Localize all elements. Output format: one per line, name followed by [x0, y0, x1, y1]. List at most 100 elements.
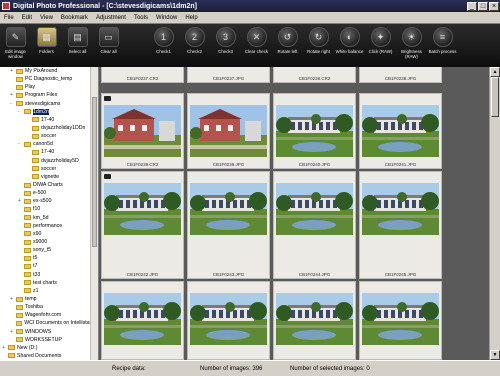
- tree-item[interactable]: s90: [0, 230, 98, 238]
- toolbar: ✎ Edit image window ▦ Folders ▤ Select all ▭ Cl…: [0, 24, 500, 67]
- menu-file[interactable]: File: [4, 15, 14, 21]
- white-balance-button[interactable]: ◐ White balance: [334, 27, 365, 54]
- menu-view[interactable]: View: [40, 15, 53, 21]
- folder-icon: [16, 312, 23, 318]
- brightness-raw-button[interactable]: ☀ Brightness (RAW): [396, 27, 427, 59]
- tree-item[interactable]: + WINDOWS: [0, 328, 98, 336]
- tree-item[interactable]: 17-40: [0, 116, 98, 124]
- tree-item[interactable]: + New (D:): [0, 344, 98, 352]
- menu-tools[interactable]: Tools: [134, 15, 148, 21]
- tree-item[interactable]: z1: [0, 287, 98, 295]
- thumbnail[interactable]: [187, 281, 270, 360]
- thumbnail-filename: CB1F0239.CR2: [126, 162, 159, 167]
- tree-item[interactable]: e-500: [0, 189, 98, 197]
- tree-item[interactable]: soccer: [0, 132, 98, 140]
- thumbnail[interactable]: CB1F0237.JPG: [187, 67, 270, 83]
- tree-item[interactable]: DIWA Charts: [0, 181, 98, 189]
- check3-button[interactable]: 3 Check3: [210, 27, 241, 54]
- rotate-right-button[interactable]: ↻ Rotate right: [303, 27, 334, 54]
- minimize-button[interactable]: _: [467, 1, 477, 11]
- tree-item[interactable]: 17-40: [0, 148, 98, 156]
- tree-item[interactable]: Play: [0, 83, 98, 91]
- tree-scrollbar[interactable]: [90, 67, 98, 360]
- tree-item[interactable]: vignette: [0, 173, 98, 181]
- tree-scroll-thumb[interactable]: [92, 97, 97, 247]
- tree-item[interactable]: Shared Documents: [0, 352, 98, 360]
- tree-item[interactable]: t33: [0, 271, 98, 279]
- menu-window[interactable]: Window: [156, 15, 177, 21]
- edit-image-button[interactable]: ✎ Edit image window: [0, 27, 31, 59]
- thumbnail[interactable]: CB1F0243.JPG: [187, 171, 270, 279]
- thumbnail-image: [104, 293, 181, 345]
- tree-item[interactable]: - canon5d: [0, 140, 98, 148]
- tree-item-label: soccer: [41, 133, 57, 140]
- folder-icon: [16, 304, 23, 310]
- check1-button[interactable]: 1 Check1: [148, 27, 179, 54]
- thumbnail[interactable]: CB1F0237.CR2: [101, 67, 184, 83]
- rotate-left-button[interactable]: ↺ Rotate left: [272, 27, 303, 54]
- clear-check-button[interactable]: ✕ Clear check: [241, 27, 272, 54]
- title-bar: Digital Photo Professional - [C:\stevesd…: [0, 0, 500, 12]
- folder-icon: [32, 149, 39, 155]
- thumbnail[interactable]: CB1F0245.JPG: [359, 171, 442, 279]
- scroll-down-button[interactable]: ▼: [490, 350, 500, 360]
- tree-item[interactable]: f10: [0, 205, 98, 213]
- tree-item[interactable]: -1dm2n: [0, 108, 98, 116]
- folders-button[interactable]: ▦ Folders: [31, 27, 62, 54]
- thumbnail[interactable]: CB1F0241.JPG: [359, 93, 442, 169]
- thumbnail[interactable]: CB1F0240.JPG: [273, 93, 356, 169]
- tree-item[interactable]: t7: [0, 262, 98, 270]
- thumbnail[interactable]: [101, 281, 184, 360]
- tree-item[interactable]: performance: [0, 222, 98, 230]
- tree-item[interactable]: t5: [0, 254, 98, 262]
- tree-item-label: ex-s500: [33, 198, 52, 205]
- thumbnail[interactable]: [273, 281, 356, 360]
- folder-icon: [16, 84, 23, 90]
- toolbar-label: Check2: [187, 49, 202, 54]
- tree-item[interactable]: Wagenfohr.com: [0, 311, 98, 319]
- thumbnail-image: [362, 105, 439, 157]
- tree-item[interactable]: dvjazzholiday1DDn: [0, 124, 98, 132]
- select-all-button[interactable]: ▤ Select all: [62, 27, 93, 54]
- tree-item[interactable]: + ex-s500: [0, 197, 98, 205]
- menu-edit[interactable]: Edit: [22, 15, 32, 21]
- menu-bookmark[interactable]: Bookmark: [61, 15, 88, 21]
- check2-button[interactable]: 2 Check2: [179, 27, 210, 54]
- tree-item[interactable]: + Program Files: [0, 91, 98, 99]
- close-button[interactable]: ×: [489, 1, 499, 11]
- tree-item[interactable]: + My PixAround: [0, 67, 98, 75]
- thumbnail[interactable]: CB1F0238.JPG: [359, 67, 442, 83]
- maximize-button[interactable]: □: [478, 1, 488, 11]
- tree-item[interactable]: + temp: [0, 295, 98, 303]
- selected-count: Number of selected images: 0: [290, 365, 370, 372]
- edit-image-icon: ✎: [5, 27, 26, 47]
- click-raw-button[interactable]: ✦ Click (RAW): [365, 27, 396, 54]
- tree-item[interactable]: Toshiba: [0, 303, 98, 311]
- tree-item[interactable]: test charts: [0, 279, 98, 287]
- tree-item[interactable]: - stevesdigicams: [0, 100, 98, 108]
- batch-process-button[interactable]: ≡ Batch process: [427, 27, 458, 54]
- tree-item[interactable]: soccer: [0, 165, 98, 173]
- menu-help[interactable]: Help: [185, 15, 197, 21]
- thumbnail[interactable]: CB1F0239.CR2: [101, 93, 184, 169]
- tree-item[interactable]: km_5d: [0, 214, 98, 222]
- thumbnail[interactable]: CB1F0239.JPG: [187, 93, 270, 169]
- tree-item[interactable]: sony_t5: [0, 246, 98, 254]
- tree-item-label: New (D:): [17, 344, 38, 351]
- grid-scrollbar[interactable]: ▲ ▼: [489, 67, 500, 360]
- tree-item[interactable]: WCI Documents on Intellistation: [0, 319, 98, 327]
- thumbnail[interactable]: CB1F0238.CR2: [273, 67, 356, 83]
- thumbnail[interactable]: CB1F0244.JPG: [273, 171, 356, 279]
- menu-adjustment[interactable]: Adjustment: [96, 15, 126, 21]
- rotate-right-icon: ↻: [308, 27, 329, 47]
- folder-icon: [24, 231, 31, 237]
- thumbnail[interactable]: [359, 281, 442, 360]
- scroll-up-button[interactable]: ▲: [490, 67, 500, 77]
- tree-item[interactable]: s9000: [0, 238, 98, 246]
- grid-scroll-thumb[interactable]: [491, 77, 499, 117]
- tree-item[interactable]: WORKSSETUP: [0, 336, 98, 344]
- tree-item[interactable]: dvjazzholiday5D: [0, 157, 98, 165]
- tree-item[interactable]: PC Diagnostic_temp: [0, 75, 98, 83]
- thumbnail[interactable]: CB1F0242.JPG: [101, 171, 184, 279]
- clear-all-button[interactable]: ▭ Clear all: [93, 27, 124, 54]
